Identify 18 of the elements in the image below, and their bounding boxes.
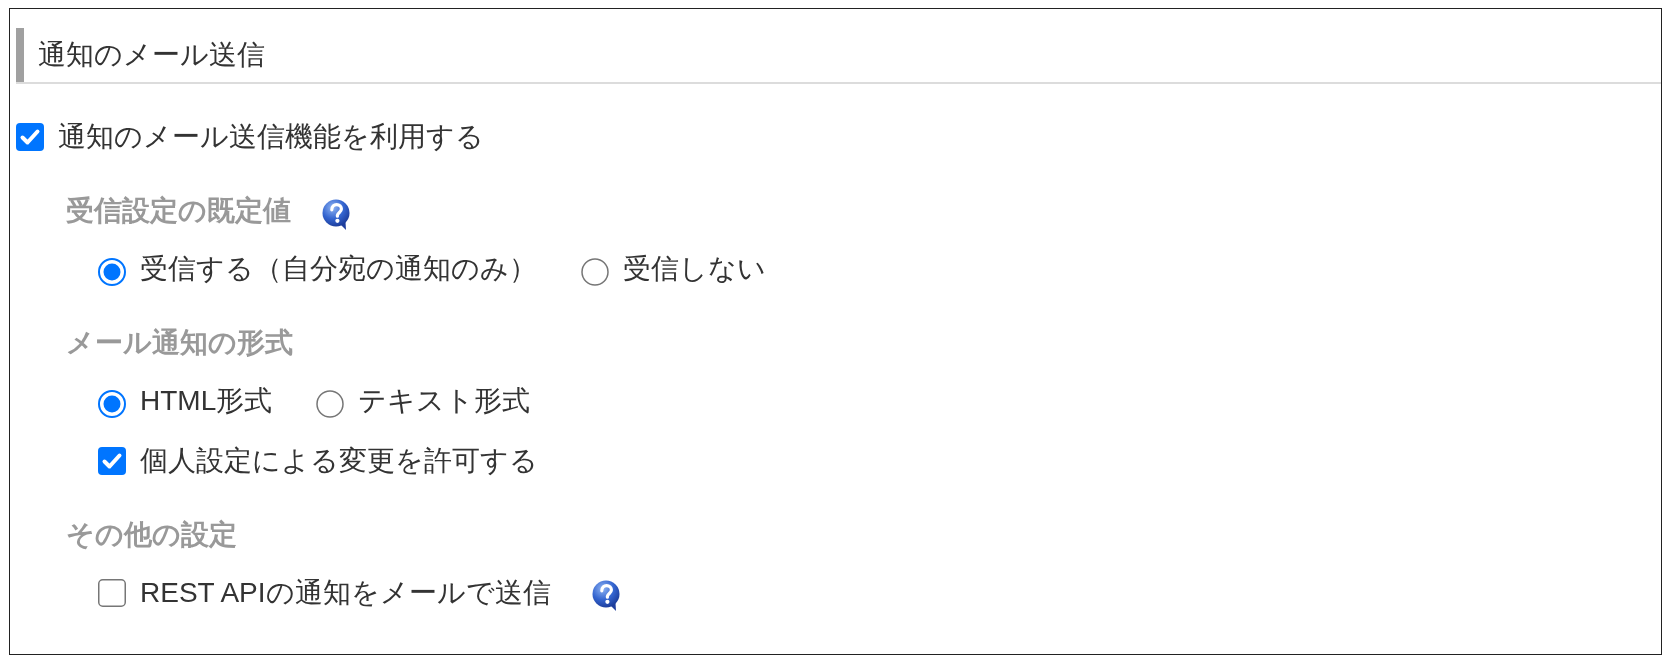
checkbox-label[interactable]: 個人設定による変更を許可する — [140, 442, 538, 480]
radio-button[interactable] — [98, 258, 126, 286]
checkbox-label[interactable]: REST APIの通知をメールで送信 — [140, 574, 551, 612]
radio-button[interactable] — [581, 258, 609, 286]
radio-button[interactable] — [98, 390, 126, 418]
section-title: 通知のメール送信 — [16, 28, 271, 82]
group-title: メール通知の形式 — [66, 326, 293, 360]
radio-label[interactable]: テキスト形式 — [358, 382, 531, 420]
radio-label[interactable]: 受信しない — [623, 250, 766, 288]
checkbox[interactable] — [98, 579, 126, 607]
checkbox-label[interactable]: 通知のメール送信機能を利用する — [58, 118, 484, 156]
radio-label[interactable]: 受信する（自分宛の通知のみ） — [140, 250, 537, 288]
group-title: その他の設定 — [66, 518, 237, 552]
group-title: 受信設定の既定値 — [66, 194, 291, 228]
checkbox[interactable] — [98, 447, 126, 475]
radio-button[interactable] — [316, 390, 345, 418]
radio-label[interactable]: HTML形式 — [140, 382, 273, 420]
checkbox[interactable] — [16, 123, 44, 151]
